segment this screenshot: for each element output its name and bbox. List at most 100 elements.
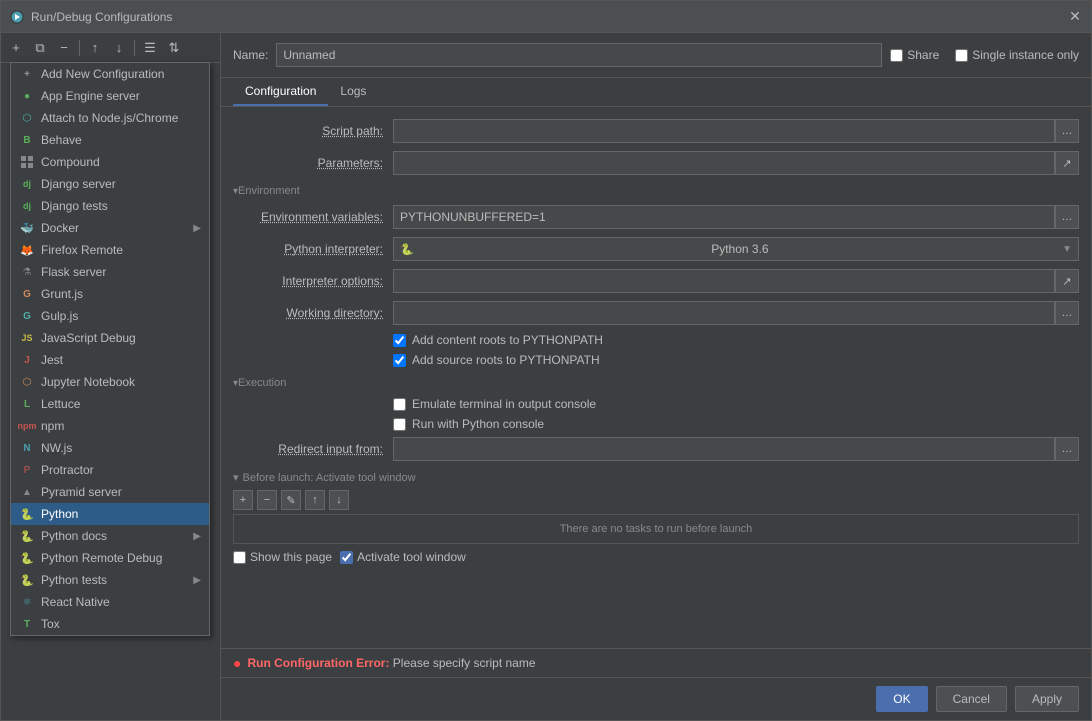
script-path-input[interactable] bbox=[393, 119, 1055, 143]
close-button[interactable]: ✕ bbox=[1067, 9, 1083, 25]
emulate-terminal-checkbox[interactable] bbox=[393, 398, 406, 411]
menu-item-python-tests[interactable]: 🐍 Python tests ▶ bbox=[11, 569, 209, 591]
before-launch-down-button[interactable]: ↓ bbox=[329, 490, 349, 510]
menu-item-jsdebug[interactable]: JS JavaScript Debug bbox=[11, 327, 209, 349]
cancel-button[interactable]: Cancel bbox=[936, 686, 1007, 712]
menu-item-compound[interactable]: Compound bbox=[11, 151, 209, 173]
name-input[interactable] bbox=[276, 43, 882, 67]
show-page-checkbox[interactable] bbox=[233, 551, 246, 564]
menu-item-flask[interactable]: ⚗ Flask server bbox=[11, 261, 209, 283]
share-checkbox[interactable] bbox=[890, 49, 903, 62]
menu-item-python-docs-label: Python docs bbox=[41, 529, 193, 543]
menu-item-jupyter-label: Jupyter Notebook bbox=[41, 375, 201, 389]
activate-tool-window-checkbox-label[interactable]: Activate tool window bbox=[340, 550, 466, 564]
add-config-button[interactable]: + bbox=[5, 37, 27, 59]
env-variables-input[interactable] bbox=[393, 205, 1055, 229]
menu-item-pyramid[interactable]: ▲ Pyramid server bbox=[11, 481, 209, 503]
working-directory-input[interactable] bbox=[393, 301, 1055, 325]
interpreter-options-expand-button[interactable]: ↗ bbox=[1055, 269, 1079, 293]
before-launch-empty: There are no tasks to run before launch bbox=[233, 514, 1079, 544]
compound-icon bbox=[19, 154, 35, 170]
menu-item-jupyter[interactable]: ⬡ Jupyter Notebook bbox=[11, 371, 209, 393]
before-launch-edit-button[interactable]: ✎ bbox=[281, 490, 301, 510]
single-instance-checkbox-label[interactable]: Single instance only bbox=[955, 48, 1079, 62]
tab-logs[interactable]: Logs bbox=[328, 78, 378, 106]
parameters-input[interactable] bbox=[393, 151, 1055, 175]
before-launch-add-button[interactable]: + bbox=[233, 490, 253, 510]
interpreter-options-input[interactable] bbox=[393, 269, 1055, 293]
nodejs-icon: ⬡ bbox=[19, 110, 35, 126]
add-content-roots-checkbox[interactable] bbox=[393, 334, 406, 347]
add-source-roots-checkbox[interactable] bbox=[393, 354, 406, 367]
working-directory-row: Working directory: … bbox=[233, 301, 1079, 325]
remove-config-button[interactable]: − bbox=[53, 37, 75, 59]
move-down-button[interactable]: ↓ bbox=[108, 37, 130, 59]
python-tests-icon: 🐍 bbox=[19, 572, 35, 588]
show-page-row: Show this page Activate tool window bbox=[233, 550, 1079, 564]
redirect-input-browse-button[interactable]: … bbox=[1055, 437, 1079, 461]
run-python-console-checkbox[interactable] bbox=[393, 418, 406, 431]
python-icon: 🐍 bbox=[19, 506, 35, 522]
tab-configuration[interactable]: Configuration bbox=[233, 78, 328, 106]
copy-config-button[interactable]: ⧉ bbox=[29, 37, 51, 59]
env-variables-label[interactable]: Environment variables: bbox=[233, 210, 393, 224]
before-launch-header[interactable]: ▾ Before launch: Activate tool window bbox=[233, 471, 1079, 484]
working-directory-browse-button[interactable]: … bbox=[1055, 301, 1079, 325]
menu-item-gulp[interactable]: G Gulp.js bbox=[11, 305, 209, 327]
menu-item-python-remote-label: Python Remote Debug bbox=[41, 551, 201, 565]
menu-item-add-new-label: Add New Configuration bbox=[41, 67, 201, 81]
share-checkbox-label[interactable]: Share bbox=[890, 48, 939, 62]
interpreter-options-label[interactable]: Interpreter options: bbox=[233, 274, 393, 288]
menu-item-tox[interactable]: T Tox bbox=[11, 613, 209, 635]
parameters-expand-button[interactable]: ↗ bbox=[1055, 151, 1079, 175]
menu-item-protractor[interactable]: P Protractor bbox=[11, 459, 209, 481]
ok-button[interactable]: OK bbox=[876, 686, 927, 712]
redirect-input-field[interactable] bbox=[393, 437, 1055, 461]
menu-item-gulp-label: Gulp.js bbox=[41, 309, 201, 323]
menu-item-docker[interactable]: 🐳 Docker ▶ bbox=[11, 217, 209, 239]
menu-item-django-server[interactable]: dj Django server bbox=[11, 173, 209, 195]
menu-item-add-new[interactable]: + Add New Configuration bbox=[11, 63, 209, 85]
menu-item-nwjs[interactable]: N NW.js bbox=[11, 437, 209, 459]
menu-item-django-tests[interactable]: dj Django tests bbox=[11, 195, 209, 217]
menu-item-grunt-label: Grunt.js bbox=[41, 287, 201, 301]
menu-item-jest[interactable]: J Jest bbox=[11, 349, 209, 371]
show-page-label: Show this page bbox=[250, 550, 332, 564]
menu-item-lettuce[interactable]: L Lettuce bbox=[11, 393, 209, 415]
parameters-label[interactable]: Parameters: bbox=[233, 156, 393, 170]
menu-item-react-native[interactable]: ⚛ React Native bbox=[11, 591, 209, 613]
move-up-button[interactable]: ↑ bbox=[84, 37, 106, 59]
before-launch-remove-button[interactable]: − bbox=[257, 490, 277, 510]
show-page-checkbox-label[interactable]: Show this page bbox=[233, 550, 332, 564]
menu-item-firefox[interactable]: 🦊 Firefox Remote bbox=[11, 239, 209, 261]
single-instance-checkbox[interactable] bbox=[955, 49, 968, 62]
menu-item-python-remote[interactable]: 🐍 Python Remote Debug bbox=[11, 547, 209, 569]
env-variables-browse-button[interactable]: … bbox=[1055, 205, 1079, 229]
menu-item-python-docs[interactable]: 🐍 Python docs ▶ bbox=[11, 525, 209, 547]
script-path-label[interactable]: Script path: bbox=[233, 124, 393, 138]
pyramid-icon: ▲ bbox=[19, 484, 35, 500]
execution-section-header[interactable]: Execution bbox=[233, 377, 1079, 389]
environment-section-header[interactable]: Environment bbox=[233, 185, 1079, 197]
menu-item-nodejs[interactable]: ⬡ Attach to Node.js/Chrome bbox=[11, 107, 209, 129]
script-path-browse-button[interactable]: … bbox=[1055, 119, 1079, 143]
apply-button[interactable]: Apply bbox=[1015, 686, 1079, 712]
menu-item-behave[interactable]: B Behave bbox=[11, 129, 209, 151]
emulate-terminal-row: Emulate terminal in output console bbox=[393, 397, 1079, 411]
add-config-menu: + Add New Configuration ● App Engine ser… bbox=[10, 62, 210, 636]
filter-button[interactable]: ☰ bbox=[139, 37, 161, 59]
menu-item-grunt[interactable]: G Grunt.js bbox=[11, 283, 209, 305]
left-panel: + ⧉ − ↑ ↓ ☰ ⇅ + Add New Configuration ● … bbox=[1, 33, 221, 720]
menu-item-npm[interactable]: npm npm bbox=[11, 415, 209, 437]
redirect-input-label[interactable]: Redirect input from: bbox=[233, 442, 393, 456]
sort-button[interactable]: ⇅ bbox=[163, 37, 185, 59]
working-directory-label[interactable]: Working directory: bbox=[233, 306, 393, 320]
tabs: Configuration Logs bbox=[221, 78, 1091, 107]
python-interpreter-select[interactable]: 🐍 Python 3.6 ▼ bbox=[393, 237, 1079, 261]
menu-item-python[interactable]: 🐍 Python bbox=[11, 503, 209, 525]
python-interpreter-label[interactable]: Python interpreter: bbox=[233, 242, 393, 256]
activate-tool-window-checkbox[interactable] bbox=[340, 551, 353, 564]
menu-item-appengine[interactable]: ● App Engine server bbox=[11, 85, 209, 107]
before-launch-up-button[interactable]: ↑ bbox=[305, 490, 325, 510]
before-launch-empty-text: There are no tasks to run before launch bbox=[560, 523, 753, 535]
